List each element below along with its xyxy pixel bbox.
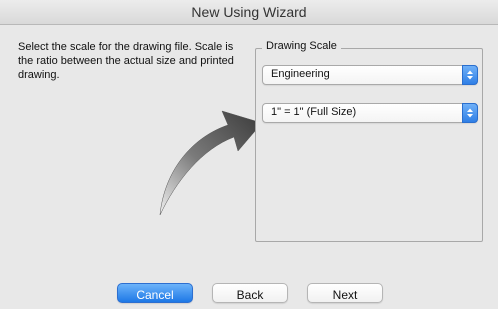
scale-select[interactable]: 1" = 1" (Full Size) [262, 103, 478, 123]
unit-system-value: Engineering [271, 68, 330, 80]
unit-system-select[interactable]: Engineering [262, 65, 478, 85]
instructions-text: Select the scale for the drawing file. S… [18, 41, 234, 81]
wizard-content: Select the scale for the drawing file. S… [0, 25, 498, 309]
window-title: New Using Wizard [0, 0, 498, 25]
select-stepper-icon [462, 65, 478, 85]
curved-arrow-icon [159, 110, 263, 216]
cancel-button[interactable]: Cancel [117, 283, 193, 303]
select-stepper-icon [462, 103, 478, 123]
scale-value: 1" = 1" (Full Size) [271, 106, 357, 118]
back-button[interactable]: Back [212, 283, 288, 303]
drawing-scale-label: Drawing Scale [262, 40, 341, 52]
next-button[interactable]: Next [307, 283, 383, 303]
